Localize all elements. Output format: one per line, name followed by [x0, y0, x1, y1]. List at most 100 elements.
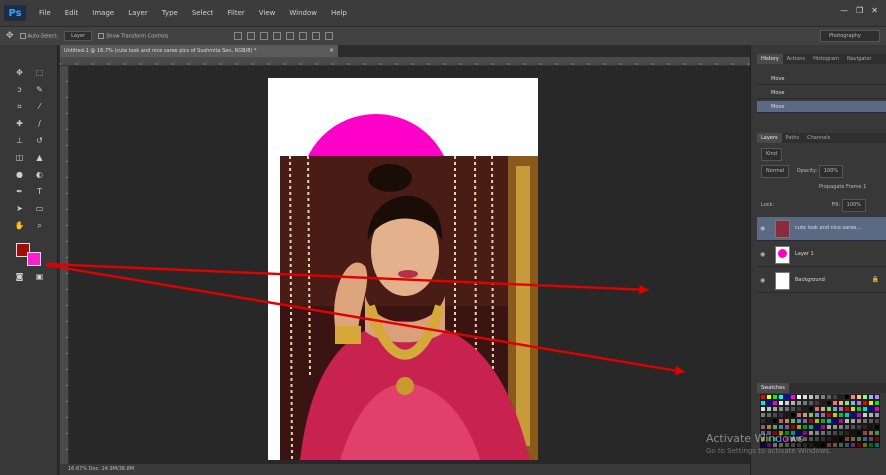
fill-input[interactable]: 100%: [841, 199, 866, 212]
blend-mode-dropdown[interactable]: Normal: [761, 165, 790, 178]
stamp-tool-button[interactable]: ⊥: [14, 135, 25, 146]
marquee-tool-button[interactable]: ⬚: [34, 67, 45, 78]
swatches-panel-tabs: Swatches: [757, 383, 886, 393]
visibility-eye-icon[interactable]: ◉: [760, 225, 765, 232]
dodge-tool-button[interactable]: ◐: [34, 169, 45, 180]
align-top-icon[interactable]: [234, 32, 243, 40]
move-tool-icon[interactable]: ✥: [6, 31, 14, 41]
swatch-cell[interactable]: [874, 442, 880, 448]
history-item[interactable]: Move: [757, 87, 886, 99]
layer-name: Layer 1: [795, 251, 814, 257]
shape-tool-button[interactable]: ▭: [34, 203, 45, 214]
auto-select-label: Auto-Select:: [27, 33, 59, 40]
opacity-input[interactable]: 100%: [818, 165, 844, 178]
menu-edit[interactable]: Edit: [58, 9, 86, 17]
quick-mask-button[interactable]: ◙: [14, 271, 25, 282]
screen-mode-button[interactable]: ▣: [34, 271, 45, 282]
bucket-tool-button[interactable]: ▲: [34, 152, 45, 163]
toolbox: ✥ ⬚ ↄ ✎ ⌗ ⁄ ✚ ∕ ⊥ ↺ ◫ ▲ ● ◐ ✒ T ➤ ▭ ✋ ⌕ …: [0, 45, 58, 475]
lock-icon: 🔒: [871, 276, 879, 283]
pen-tool-button[interactable]: ✒: [14, 186, 25, 197]
layer-row-background[interactable]: ◉ Background 🔒: [757, 269, 886, 293]
layers-panel-tabs: Layers Paths Channels: [757, 133, 886, 143]
tab-paths[interactable]: Paths: [782, 133, 804, 143]
align-right-icon[interactable]: [299, 32, 308, 40]
layer-name: Background: [795, 277, 825, 283]
history-panel-tabs: History Actions Histogram Navigator: [757, 54, 886, 64]
distribute-icon[interactable]: [312, 32, 321, 40]
quick-select-tool-button[interactable]: ✎: [34, 84, 45, 95]
layer-row-layer1[interactable]: ◉ Layer 1: [757, 243, 886, 267]
unify-row: Propagate Frame 1: [757, 182, 886, 193]
document-canvas[interactable]: [268, 78, 538, 460]
align-buttons: [234, 32, 334, 40]
tab-navigator[interactable]: Navigator: [843, 54, 875, 64]
close-button[interactable]: ✕: [871, 6, 878, 15]
healing-tool-button[interactable]: ✚: [14, 118, 25, 129]
menu-help[interactable]: Help: [324, 9, 354, 17]
opacity-label: Opacity:: [796, 168, 818, 174]
path-select-tool-button[interactable]: ➤: [14, 203, 25, 214]
menu-list: File Edit Image Layer Type Select Filter…: [32, 9, 354, 17]
layer-kind-dropdown[interactable]: Kind: [761, 148, 783, 161]
zoom-tool-button[interactable]: ⌕: [34, 220, 45, 231]
blur-tool-button[interactable]: ●: [14, 169, 25, 180]
layer-filter-row: Kind: [757, 148, 886, 161]
menu-file[interactable]: File: [32, 9, 58, 17]
eraser-tool-button[interactable]: ◫: [14, 152, 25, 163]
menu-image[interactable]: Image: [85, 9, 121, 17]
menu-layer[interactable]: Layer: [121, 9, 155, 17]
tab-channels[interactable]: Channels: [803, 133, 834, 143]
hand-tool-button[interactable]: ✋: [14, 220, 25, 231]
minimize-button[interactable]: —: [840, 6, 848, 15]
right-panels: History Actions Histogram Navigator Move…: [750, 45, 886, 475]
activate-windows-watermark: Activate Windows: [706, 432, 804, 445]
propagate-frame-checkbox[interactable]: Propagate Frame 1: [819, 184, 866, 190]
tab-actions[interactable]: Actions: [783, 54, 809, 64]
type-tool-button[interactable]: T: [34, 186, 45, 197]
background-color-swatch[interactable]: [27, 252, 41, 266]
document-title: Untitled-1 @ 16.7% (cute look and nice s…: [64, 48, 257, 54]
tab-swatches[interactable]: Swatches: [757, 383, 789, 393]
align-vcenter-icon[interactable]: [247, 32, 256, 40]
window-controls: — ❐ ✕: [840, 6, 878, 15]
crop-tool-button[interactable]: ⌗: [14, 101, 25, 112]
menu-filter[interactable]: Filter: [220, 9, 251, 17]
align-left-icon[interactable]: [273, 32, 282, 40]
menu-type[interactable]: Type: [155, 9, 185, 17]
auto-select-dropdown[interactable]: Layer: [64, 31, 93, 41]
workspace-dropdown[interactable]: Photography: [820, 30, 880, 42]
history-brush-tool-button[interactable]: ↺: [34, 135, 45, 146]
tab-layers[interactable]: Layers: [757, 133, 782, 143]
visibility-eye-icon[interactable]: ◉: [760, 277, 765, 284]
menu-window[interactable]: Window: [282, 9, 324, 17]
move-tool-button[interactable]: ✥: [14, 67, 25, 78]
distribute-horizontal-icon[interactable]: [325, 32, 334, 40]
document-tab[interactable]: Untitled-1 @ 16.7% (cute look and nice s…: [60, 45, 338, 57]
brush-tool-button[interactable]: ∕: [34, 118, 45, 129]
swatches-grid: [760, 394, 884, 454]
photoshop-logo: Ps: [4, 5, 26, 21]
show-transform-label: Show Transform Controls: [106, 33, 169, 40]
menu-select[interactable]: Select: [185, 9, 221, 17]
history-item[interactable]: Move: [757, 73, 886, 85]
layer-name: cute look and nice saree...: [795, 225, 862, 231]
menu-view[interactable]: View: [252, 9, 283, 17]
vertical-ruler[interactable]: [60, 66, 69, 464]
layer-row-photo[interactable]: ◉ cute look and nice saree...: [757, 217, 886, 241]
saree-photo-layer: [280, 156, 538, 460]
layer-thumbnail-white: [775, 272, 790, 290]
lasso-tool-button[interactable]: ↄ: [14, 84, 25, 95]
restore-button[interactable]: ❐: [856, 6, 863, 15]
align-bottom-icon[interactable]: [260, 32, 269, 40]
history-item-current[interactable]: Move: [757, 101, 886, 113]
align-hcenter-icon[interactable]: [286, 32, 295, 40]
tab-histogram[interactable]: Histogram: [809, 54, 843, 64]
close-tab-icon[interactable]: ×: [329, 45, 334, 57]
show-transform-checkbox[interactable]: Show Transform Controls: [98, 32, 169, 40]
horizontal-ruler[interactable]: [60, 57, 750, 66]
auto-select-checkbox[interactable]: Auto-Select:: [19, 32, 59, 40]
eyedropper-tool-button[interactable]: ⁄: [34, 101, 45, 112]
visibility-eye-icon[interactable]: ◉: [760, 251, 765, 258]
tab-history[interactable]: History: [757, 54, 783, 64]
